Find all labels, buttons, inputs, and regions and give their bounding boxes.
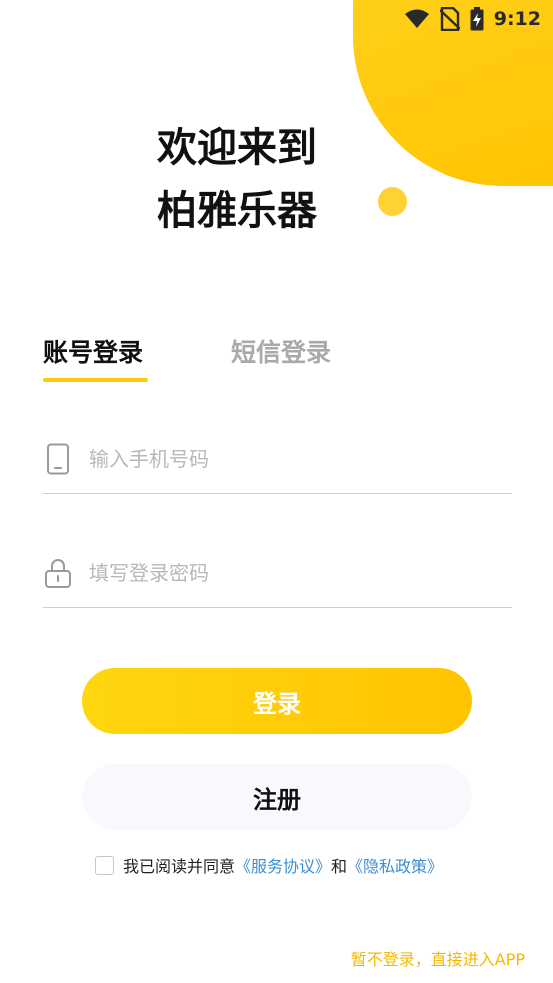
login-screen: 9:12 欢迎来到 柏雅乐器 账号登录 短信登录 输入手机号码 登录 注册 我已…: [0, 0, 553, 983]
phone-icon: [43, 441, 73, 477]
decorative-yellow-dot: [378, 187, 407, 216]
privacy-policy-link[interactable]: 《隐私政策》: [347, 853, 443, 877]
login-tabs: 账号登录 短信登录: [43, 335, 331, 382]
battery-charging-icon: [470, 7, 484, 31]
tab-sms-login[interactable]: 短信登录: [231, 335, 331, 371]
service-agreement-link[interactable]: 《服务协议》: [235, 853, 331, 877]
tab-account-login-label: 账号登录: [43, 338, 144, 367]
status-bar: 9:12: [404, 0, 553, 38]
agreement-row: 我已阅读并同意 《服务协议》 和 《隐私政策》: [95, 853, 443, 877]
phone-field: [43, 424, 512, 494]
tab-sms-login-label: 短信登录: [231, 338, 332, 367]
login-button[interactable]: 登录: [82, 668, 472, 734]
wifi-icon: [404, 9, 430, 29]
agreement-prefix: 我已阅读并同意: [123, 857, 236, 876]
welcome-line-2: 柏雅乐器: [157, 188, 317, 234]
lock-icon: [43, 555, 73, 591]
tab-account-login[interactable]: 账号登录: [43, 335, 148, 382]
agreement-checkbox[interactable]: [95, 855, 114, 875]
password-input[interactable]: [89, 560, 489, 585]
status-time: 9:12: [493, 8, 541, 30]
register-button[interactable]: 注册: [82, 764, 472, 830]
no-sim-icon: [439, 7, 460, 31]
welcome-heading: 欢迎来到 柏雅乐器: [157, 117, 317, 243]
phone-input[interactable]: [89, 446, 489, 471]
password-field: [43, 538, 512, 608]
welcome-line-1: 欢迎来到: [157, 125, 317, 171]
agreement-and: 和: [331, 857, 348, 876]
active-tab-indicator: [43, 378, 148, 382]
skip-login-link[interactable]: 暂不登录，直接进入APP: [351, 946, 525, 970]
